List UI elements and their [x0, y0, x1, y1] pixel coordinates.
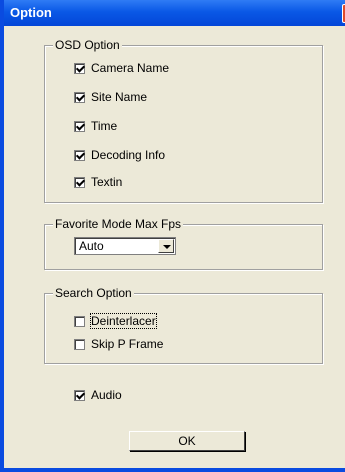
chevron-down-icon[interactable]	[158, 239, 174, 253]
decoding-info-label: Decoding Info	[91, 148, 166, 162]
favorite-mode-legend: Favorite Mode Max Fps	[53, 217, 184, 231]
search-item-deinterlacer[interactable]: Deinterlacer	[74, 313, 157, 329]
skip-p-frame-checkbox[interactable]	[74, 338, 85, 350]
osd-item-site-name[interactable]: Site Name	[74, 89, 147, 105]
textin-label: Textin	[91, 175, 123, 189]
osd-item-textin[interactable]: Textin	[74, 174, 122, 190]
audio-checkbox[interactable]	[74, 389, 85, 401]
window-title: Option	[10, 5, 52, 20]
camera-name-label: Camera Name	[91, 61, 170, 75]
decoding-info-checkbox[interactable]	[74, 149, 85, 161]
camera-name-checkbox[interactable]	[74, 62, 85, 74]
deinterlacer-checkbox[interactable]	[74, 315, 85, 327]
search-item-skip-p-frame[interactable]: Skip P Frame	[74, 336, 163, 352]
site-name-checkbox[interactable]	[74, 91, 85, 103]
deinterlacer-label: Deinterlacer	[90, 313, 157, 329]
osd-option-legend: OSD Option	[53, 38, 122, 52]
ok-button[interactable]: OK	[129, 431, 245, 451]
site-name-label: Site Name	[91, 90, 148, 104]
max-fps-value: Auto	[79, 239, 104, 253]
title-bar[interactable]: Option ✕	[4, 0, 345, 26]
audio-label: Audio	[91, 388, 122, 402]
osd-item-time[interactable]: Time	[74, 118, 117, 134]
time-label: Time	[91, 119, 118, 133]
time-checkbox[interactable]	[74, 120, 85, 132]
audio-option[interactable]: Audio	[74, 387, 122, 403]
osd-item-camera-name[interactable]: Camera Name	[74, 60, 169, 76]
max-fps-select[interactable]: Auto	[74, 237, 176, 255]
skip-p-frame-label: Skip P Frame	[91, 337, 164, 351]
osd-item-decoding-info[interactable]: Decoding Info	[74, 147, 165, 163]
search-option-legend: Search Option	[53, 286, 134, 300]
option-dialog: Option ✕ OSD Option Camera Name Site Nam…	[0, 0, 345, 472]
textin-checkbox[interactable]	[74, 176, 85, 188]
